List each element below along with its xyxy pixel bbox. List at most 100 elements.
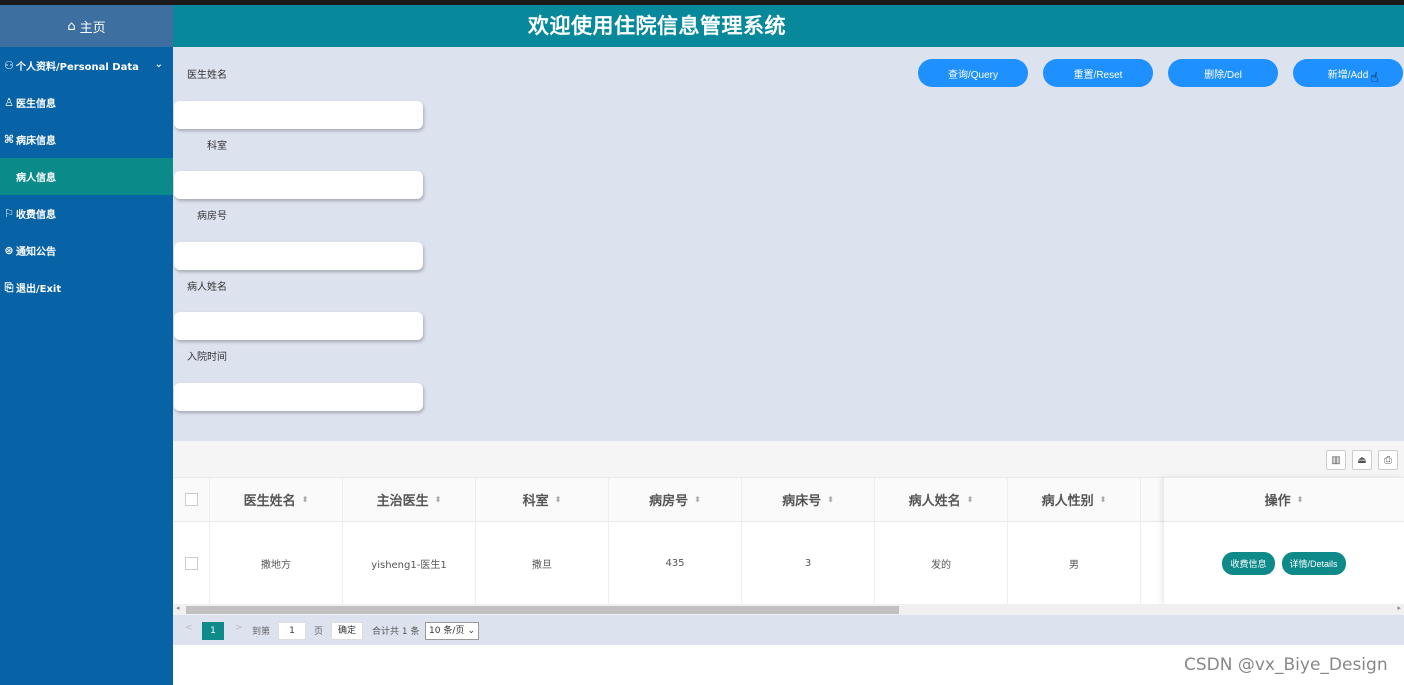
exit-icon: ⎘ (4, 280, 14, 294)
column-header-actions[interactable]: 操作 ⬍ (1164, 477, 1404, 522)
column-header-bed[interactable]: 病床号 ⬍ (742, 478, 875, 521)
sidebar-item-label: 收费信息 (16, 210, 56, 221)
table-cell: 撒旦 (476, 522, 609, 604)
sidebar-item-label: 病人信息 (16, 173, 56, 184)
app-header: 欢迎使用住院信息管理系统 (173, 5, 1404, 47)
select-all-checkbox[interactable] (184, 493, 198, 506)
sidebar-item-doctor-info[interactable]: ♙ 医生信息 (0, 84, 173, 121)
bed-icon: ⌘ (3, 133, 15, 146)
sidebar-home[interactable]: ⌂ 主页 (0, 5, 173, 47)
column-header-attending[interactable]: 主治医生 ⬍ (343, 478, 476, 521)
doctor-name-label: 医生姓名 (187, 70, 227, 81)
patient-name-input[interactable] (174, 312, 423, 340)
page-size-value: 10 条/页 (429, 626, 465, 636)
goto-label: 到第 (252, 627, 271, 637)
admission-time-label: 入院时间 (187, 352, 227, 363)
home-icon: ⌂ (67, 18, 76, 34)
delete-button[interactable]: 删除/Del (1168, 59, 1278, 87)
watermark: CSDN @vx_Biye_Design (1184, 655, 1388, 675)
column-header-patient-gender[interactable]: 病人性别 ⬍ (1008, 478, 1141, 521)
chevron-down-icon: ⌄ (154, 59, 163, 70)
sort-icon: ⬍ (694, 495, 701, 504)
table-cell: 3 (742, 522, 875, 604)
notice-icon: ⊛ (4, 244, 14, 257)
query-button[interactable]: 查询/Query (918, 59, 1028, 87)
page-size-select[interactable]: 10 条/页 ⌄ (425, 622, 479, 640)
user-list-icon: ⚇ (4, 59, 14, 72)
column-header-label: 科室 (522, 494, 549, 509)
ward-number-label: 病房号 (197, 211, 227, 222)
column-header-label: 病人性别 (1041, 494, 1094, 509)
column-header-label: 操作 (1264, 494, 1291, 509)
hand-cursor-icon: ☝ (1370, 70, 1379, 86)
department-label: 科室 (207, 141, 227, 152)
goto-page-input[interactable]: 1 (278, 622, 306, 640)
department-input[interactable] (174, 171, 423, 199)
page-unit-label: 页 (314, 627, 324, 637)
table-cell: 发的 (875, 522, 1008, 604)
ticket-icon: ⚐ (4, 207, 14, 220)
column-header-label: 病房号 (649, 494, 689, 509)
horizontal-scrollbar[interactable]: ◂ ▸ (173, 604, 1404, 615)
column-header-patient-name[interactable]: 病人姓名 ⬍ (875, 478, 1008, 521)
actions-column: 操作 ⬍ 收费信息 详情/Details (1164, 477, 1404, 604)
sidebar: ⌂ 主页 ⚇ 个人资料/Personal Data ⌄ ♙ 医生信息 ⌘ 病床信… (0, 5, 173, 685)
sidebar-item-personal-data[interactable]: ⚇ 个人资料/Personal Data ⌄ (0, 47, 173, 84)
row-select-cell (173, 522, 210, 604)
scroll-left-icon[interactable]: ◂ (176, 604, 180, 612)
table-cell: 撒地方 (210, 522, 343, 604)
sort-icon: ⬍ (554, 495, 562, 504)
table-cell: 男 (1008, 522, 1141, 604)
reset-button[interactable]: 重置/Reset (1043, 59, 1153, 87)
sort-icon: ⬍ (966, 495, 974, 504)
scrollbar-thumb[interactable] (186, 606, 899, 614)
goto-confirm-button[interactable]: 确定 (331, 622, 364, 640)
ward-number-input[interactable] (174, 242, 423, 270)
sort-icon: ⬍ (434, 495, 442, 504)
column-header-ward[interactable]: 病房号 ⬍ (609, 478, 742, 521)
sidebar-item-label: 个人资料/Personal Data (16, 62, 139, 73)
search-panel: 医生姓名 科室 病房号 病人姓名 入院时间 查询/Query 重置/Reset … (173, 47, 1404, 441)
page-title: 欢迎使用住院信息管理系统 (528, 14, 786, 38)
prev-page-button[interactable]: < (185, 623, 193, 633)
sort-icon: ⬍ (1296, 495, 1304, 504)
scroll-right-icon[interactable]: ▸ (1397, 604, 1401, 612)
admission-time-input[interactable] (174, 383, 423, 411)
sort-icon: ⬍ (1099, 495, 1107, 504)
column-header-label: 病人姓名 (908, 494, 961, 509)
row-checkbox[interactable] (184, 556, 198, 570)
sidebar-item-notice[interactable]: ⊛ 通知公告 (0, 232, 173, 269)
sidebar-item-label: 通知公告 (16, 247, 56, 258)
sort-icon: ⬍ (827, 495, 834, 504)
table-cell: 435 (609, 522, 742, 604)
column-header-label: 病床号 (782, 494, 822, 509)
column-header-label: 主治医生 (376, 494, 429, 509)
doctor-name-input[interactable] (174, 101, 423, 129)
sidebar-item-exit[interactable]: ⎘ 退出/Exit (0, 269, 173, 306)
next-page-button[interactable]: > (235, 623, 243, 633)
sidebar-item-patient-info[interactable]: 病人信息 (0, 158, 173, 195)
column-header-label: 医生姓名 (243, 494, 296, 509)
sort-icon: ⬍ (301, 495, 309, 504)
row-actions: 收费信息 详情/Details (1164, 522, 1404, 604)
select-all-cell (173, 478, 210, 521)
sidebar-item-fee-info[interactable]: ⚐ 收费信息 (0, 195, 173, 232)
page-number-current[interactable]: 1 (202, 622, 224, 640)
sidebar-item-bed-info[interactable]: ⌘ 病床信息 (0, 121, 173, 158)
fee-info-button[interactable]: 收费信息 (1222, 551, 1275, 575)
column-header-department[interactable]: 科室 ⬍ (476, 478, 609, 521)
total-count: 合计共 1 条 (372, 627, 420, 637)
column-header-doctor-name[interactable]: 医生姓名 ⬍ (210, 478, 343, 521)
details-button[interactable]: 详情/Details (1281, 551, 1346, 575)
add-button[interactable]: 新增/Add (1293, 59, 1403, 87)
columns-filter-icon[interactable]: ▥ (1326, 450, 1346, 470)
chevron-down-icon: ⌄ (467, 626, 475, 636)
user-icon: ♙ (4, 96, 14, 109)
table-cell: yisheng1-医生1 (343, 522, 476, 604)
patient-name-label: 病人姓名 (187, 282, 227, 293)
pagination: < 1 > 到第 1 页 确定 合计共 1 条 10 条/页 ⌄ (173, 615, 1404, 645)
sidebar-item-label: 医生信息 (16, 99, 56, 110)
export-icon[interactable]: ⏏ (1352, 450, 1372, 470)
sidebar-item-label: 病床信息 (16, 136, 56, 147)
print-icon[interactable]: ⎙ (1378, 450, 1398, 470)
